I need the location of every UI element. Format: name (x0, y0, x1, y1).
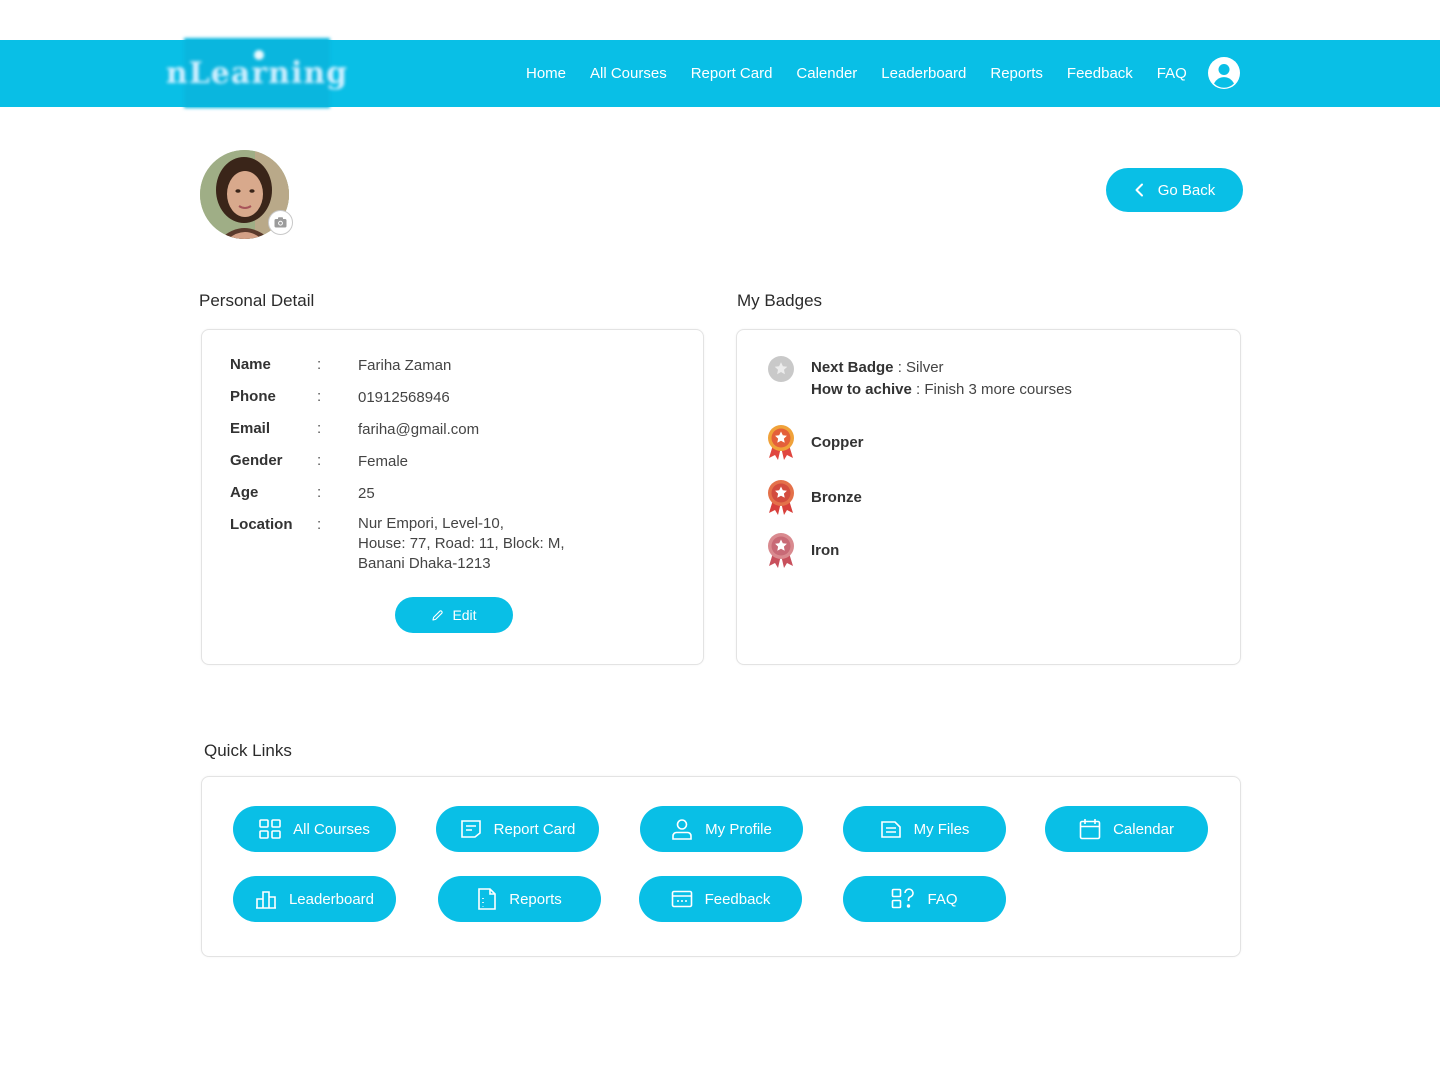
nav-faq[interactable]: FAQ (1157, 65, 1187, 82)
chevron-left-icon (1135, 183, 1143, 197)
how-to-achieve-value: : Finish 3 more courses (911, 381, 1072, 398)
next-badge-value: : Silver (893, 359, 944, 376)
go-back-label: Go Back (1157, 181, 1216, 199)
quick-link-calendar[interactable]: Calendar (1045, 806, 1208, 852)
how-to-achieve-line: How to achive : Finish 3 more courses (811, 381, 1072, 398)
quick-links-card (201, 776, 1241, 957)
email-value: fariha@gmail.com (358, 421, 480, 438)
next-badge-line: Next Badge : Silver (811, 359, 944, 376)
user-icon (672, 819, 692, 840)
nav-leaderboard[interactable]: Leaderboard (881, 65, 966, 82)
badge-iron: Iron (766, 531, 839, 569)
faq-icon (892, 888, 915, 909)
nav-reports[interactable]: Reports (990, 65, 1043, 82)
badge-copper: Copper (766, 423, 864, 461)
quick-link-leaderboard[interactable]: Leaderboard (233, 876, 396, 922)
nav-all-courses[interactable]: All Courses (590, 65, 667, 82)
location-line-1: Nur Empori, Level-10, (358, 515, 504, 532)
personal-detail-title: Personal Detail (199, 291, 315, 310)
report-card-icon (460, 820, 481, 838)
location-line-3: Banani Dhaka-1213 (358, 555, 491, 572)
nav-calender[interactable]: Calender (796, 65, 857, 82)
quick-link-my-files[interactable]: My Files (843, 806, 1006, 852)
quick-links-title: Quick Links (204, 741, 292, 760)
camera-icon (274, 217, 287, 228)
go-back-button[interactable]: Go Back (1106, 168, 1243, 212)
quick-link-feedback[interactable]: Feedback (639, 876, 802, 922)
next-badge-star-icon (768, 356, 794, 382)
nav-home[interactable]: Home (526, 65, 566, 82)
quick-link-all-courses[interactable]: All Courses (233, 806, 396, 852)
logo-text: nLearning (165, 55, 349, 91)
badge-bronze-label: Bronze (811, 488, 862, 506)
nav-feedback[interactable]: Feedback (1067, 65, 1133, 82)
medal-iron-icon (768, 533, 794, 568)
nav-report-card[interactable]: Report Card (691, 65, 773, 82)
medal-bronze-icon (768, 480, 794, 515)
gender-value: Female (358, 453, 409, 470)
badge-copper-label: Copper (811, 433, 864, 451)
change-photo-button[interactable] (268, 210, 293, 235)
leaderboard-icon (255, 891, 276, 909)
feedback-icon (671, 890, 692, 908)
grid-icon (259, 819, 281, 839)
quick-link-my-profile[interactable]: My Profile (640, 806, 803, 852)
calendar-icon (1079, 819, 1101, 840)
pencil-icon (432, 609, 444, 621)
edit-button[interactable]: Edit (395, 597, 513, 633)
badge-iron-label: Iron (811, 541, 840, 559)
account-icon[interactable] (1208, 57, 1240, 89)
logo[interactable]: nLearning (166, 38, 347, 108)
badge-bronze: Bronze (766, 478, 862, 516)
age-value: 25 (358, 485, 375, 502)
reports-icon (478, 888, 497, 910)
main-nav: Home All Courses Report Card Calender Le… (514, 40, 1199, 107)
location-line-2: House: 77, Road: 11, Block: M, (358, 535, 565, 552)
edit-label: Edit (452, 607, 477, 623)
quick-link-report-card[interactable]: Report Card (436, 806, 599, 852)
name-value: Fariha Zaman (358, 357, 452, 374)
quick-link-reports[interactable]: Reports (438, 876, 601, 922)
file-icon (880, 821, 901, 838)
phone-value: 01912568946 (358, 389, 450, 406)
medal-copper-icon (768, 425, 794, 460)
my-badges-title: My Badges (737, 291, 823, 310)
quick-link-faq[interactable]: FAQ (843, 876, 1006, 922)
